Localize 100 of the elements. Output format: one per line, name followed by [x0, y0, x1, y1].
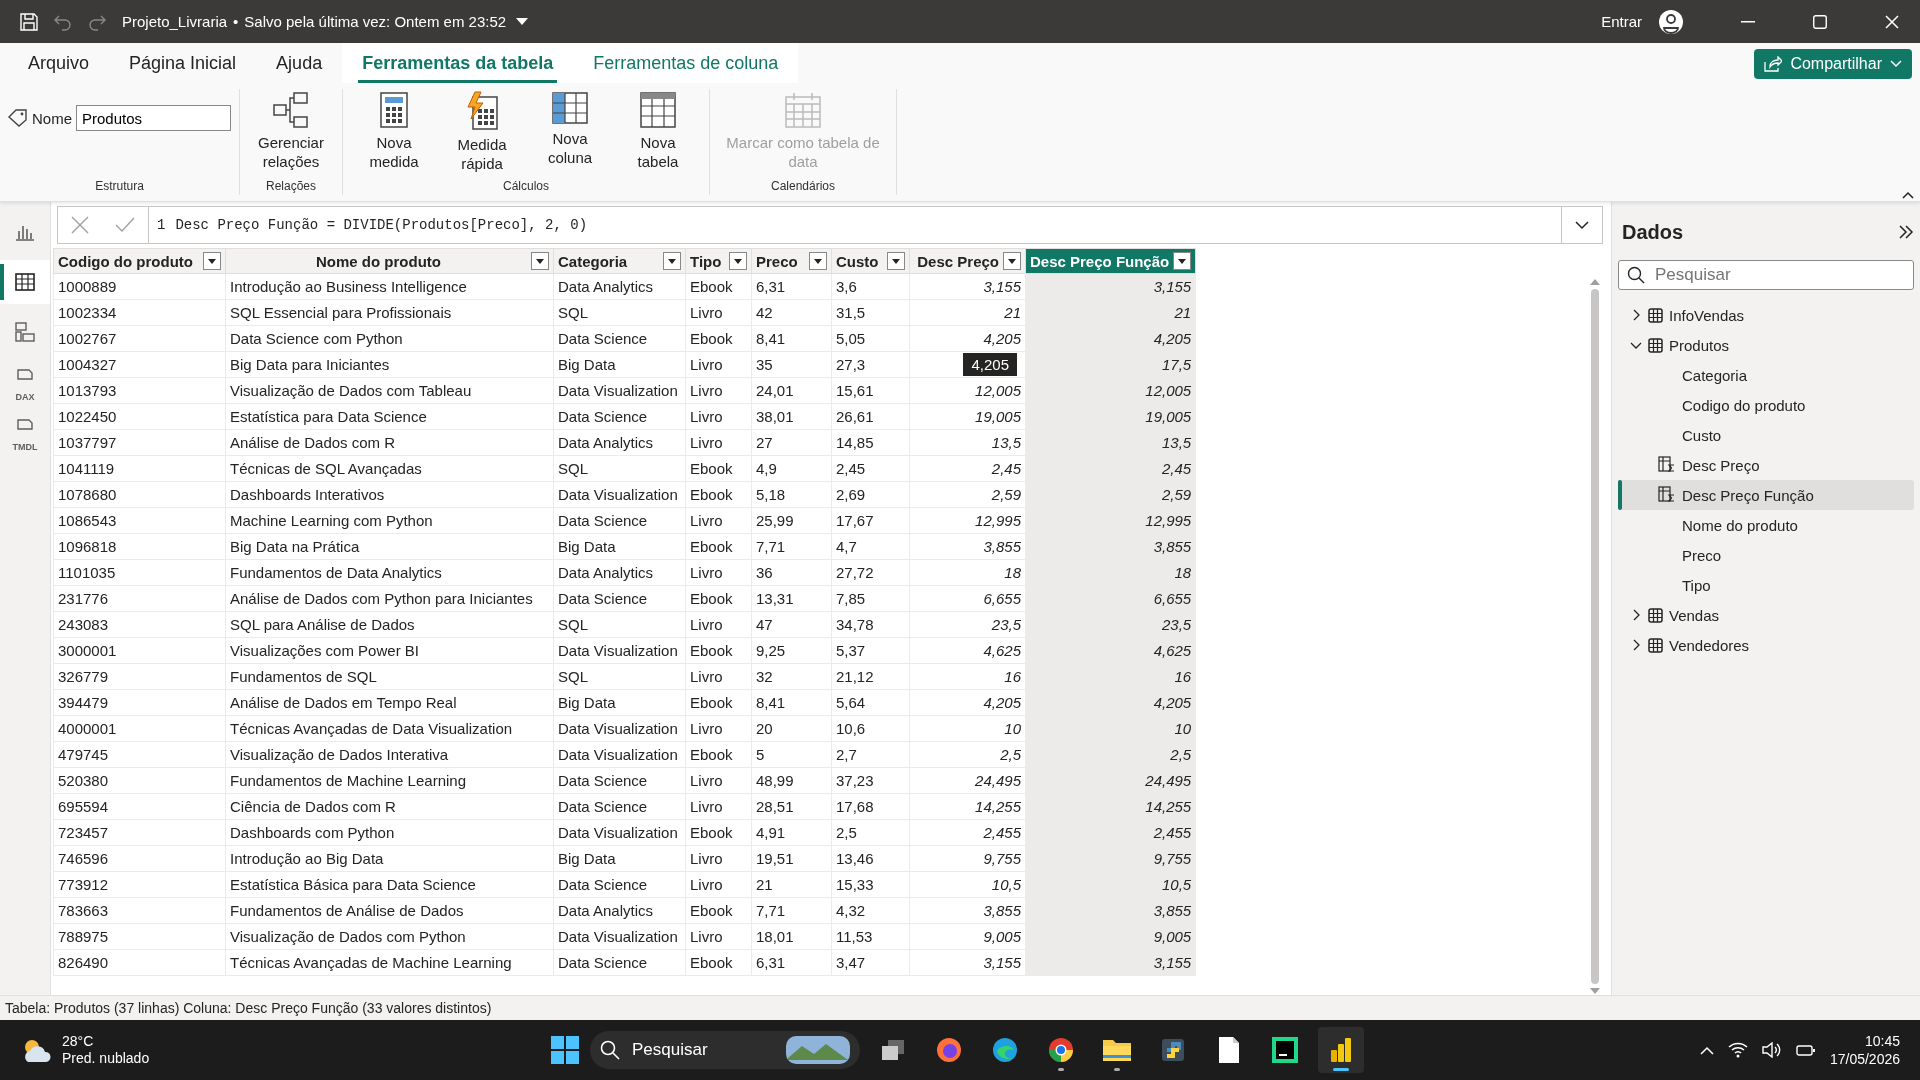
filter-button[interactable]	[531, 252, 549, 270]
table-cell: Data Analytics	[553, 429, 686, 456]
table-cell: Data Visualization	[553, 741, 686, 768]
column-header[interactable]: Nome do produto	[225, 248, 554, 274]
filter-button[interactable]	[887, 252, 905, 270]
speaker-icon[interactable]	[1761, 1042, 1782, 1058]
ribbon-button[interactable]: Medida rápida	[439, 89, 525, 175]
column-header[interactable]: Categoria	[553, 248, 686, 274]
table-cell: Fundamentos de SQL	[225, 663, 554, 690]
chevron-up-icon[interactable]	[1902, 191, 1914, 199]
wifi-icon[interactable]	[1727, 1042, 1748, 1058]
table-cell: SQL	[553, 663, 686, 690]
filter-button[interactable]	[203, 252, 221, 270]
ribbon-tab[interactable]: Ferramentas da tabela	[342, 43, 574, 83]
column-header[interactable]: Desc Preço	[909, 248, 1026, 274]
table-cell: 16	[909, 663, 1026, 690]
taskbar-app[interactable]	[1318, 1027, 1364, 1073]
column-header[interactable]: Tipo	[685, 248, 752, 274]
ribbon-tab[interactable]: Arquivo	[8, 43, 110, 83]
table-cell: 4,9	[751, 455, 832, 482]
tree-item[interactable]: InfoVendas	[1618, 300, 1914, 330]
share-button[interactable]: Compartilhar	[1754, 49, 1912, 79]
ribbon-button[interactable]: Gerenciar relações	[248, 89, 334, 173]
taskbar-search-box[interactable]: Pesquisar	[590, 1031, 860, 1069]
table-cell: 1002334	[53, 299, 226, 326]
maximize-icon[interactable]	[1813, 14, 1827, 29]
table-cell: 3000001	[53, 637, 226, 664]
ribbon-tab[interactable]: Página Inicial	[109, 43, 257, 83]
table-cell: Data Science	[553, 767, 686, 794]
power-bi-icon	[1329, 1036, 1353, 1064]
tree-item[interactable]: Nome do produto	[1618, 510, 1914, 540]
save-icon[interactable]	[20, 12, 38, 31]
tree-item[interactable]: Categoria	[1618, 360, 1914, 390]
caret-icon[interactable]	[516, 17, 529, 26]
table-cell: 28,51	[751, 793, 832, 820]
user-icon[interactable]	[1658, 8, 1684, 35]
ribbon-button[interactable]: Nova tabela	[615, 89, 701, 173]
caret-icon	[734, 258, 742, 264]
tree-item[interactable]: Codigo do produto	[1618, 390, 1914, 420]
tree-item[interactable]: Desc Preço	[1618, 450, 1914, 480]
document-icon	[1218, 1036, 1240, 1064]
scroll-up-icon[interactable]	[1590, 278, 1600, 285]
filter-button[interactable]	[1173, 252, 1192, 270]
tree-item[interactable]: Vendedores	[1618, 630, 1914, 660]
tree-item[interactable]: Vendas	[1618, 600, 1914, 630]
filter-button[interactable]	[663, 252, 681, 270]
tree-item[interactable]: Tipo	[1618, 570, 1914, 600]
table-cell: Análise de Dados em Tempo Real	[225, 689, 554, 716]
filter-button[interactable]	[1003, 252, 1021, 270]
column-header[interactable]: Codigo do produto	[53, 248, 226, 274]
ribbon-tab[interactable]: Ajuda	[256, 43, 343, 83]
column-header[interactable]: Preco	[751, 248, 832, 274]
close-icon[interactable]	[1885, 14, 1899, 29]
table-cell: Data Visualization	[553, 637, 686, 664]
lightning-calculator-icon	[465, 91, 499, 131]
search-field[interactable]: Pesquisar	[1653, 264, 1905, 286]
tree-item[interactable]: Custo	[1618, 420, 1914, 450]
table-cell: 1022450	[53, 403, 226, 430]
table-cell: Livro	[685, 871, 752, 898]
table-cell: Técnicas de SQL Avançadas	[225, 455, 554, 482]
view-button[interactable]: TMDL	[0, 410, 50, 454]
search-box[interactable]: Pesquisar	[1618, 260, 1914, 290]
sign-in-link[interactable]: Entrar	[1601, 13, 1642, 30]
filter-button[interactable]	[809, 252, 827, 270]
windows-icon[interactable]	[550, 1035, 580, 1065]
table-cell: 3,855	[1025, 533, 1196, 560]
clock-date: 17/05/2026	[1829, 1050, 1900, 1068]
tree-item[interactable]: Desc Preço Função	[1618, 480, 1914, 510]
view-button[interactable]: DAX	[0, 360, 50, 404]
column-header[interactable]: Desc Preço Função	[1025, 248, 1196, 274]
ribbon-button[interactable]: Nova medida	[351, 89, 437, 173]
table-cell: 2,5	[831, 819, 910, 846]
table-cell: Livro	[685, 377, 752, 404]
line-number: 1	[157, 217, 166, 233]
table-cell: Visualizações com Power BI	[225, 637, 554, 664]
table-cell: 2,5	[909, 741, 1026, 768]
name-field[interactable]: Produtos	[76, 105, 231, 131]
table-cell: 2,59	[1025, 481, 1196, 508]
tree-item[interactable]: Preco	[1618, 540, 1914, 570]
scrollbar-thumb[interactable]	[1591, 289, 1599, 984]
ribbon-tab[interactable]: Ferramentas de coluna	[573, 43, 799, 83]
battery-icon[interactable]	[1795, 1042, 1816, 1058]
table-cell: Data Visualization	[553, 923, 686, 950]
formula-text[interactable]: Desc Preço Função = DIVIDE(Produtos[Preco], 2, 0)	[175, 217, 588, 233]
taskbar-search-field[interactable]: Pesquisar	[630, 1039, 764, 1061]
table-cell: 7,85	[831, 585, 910, 612]
table-cell: 42	[751, 299, 832, 326]
column-header[interactable]: Custo	[831, 248, 910, 274]
check-icon[interactable]	[115, 217, 135, 233]
view-button[interactable]	[0, 260, 50, 304]
chevron-down-icon[interactable]	[1575, 220, 1589, 230]
minimize-icon[interactable]	[1741, 20, 1755, 23]
table-cell: 6,31	[751, 949, 832, 976]
ribbon-button[interactable]: Nova coluna	[527, 89, 613, 169]
tree-item[interactable]: Produtos	[1618, 330, 1914, 360]
table-cell: 10	[1025, 715, 1196, 742]
collapse-icon[interactable]	[1898, 224, 1914, 240]
cancel-icon[interactable]	[71, 216, 89, 234]
filter-button[interactable]	[729, 252, 747, 270]
formula-bar[interactable]: 1 Desc Preço Função = DIVIDE(Produtos[Preco], 2, 0)	[57, 206, 1603, 244]
